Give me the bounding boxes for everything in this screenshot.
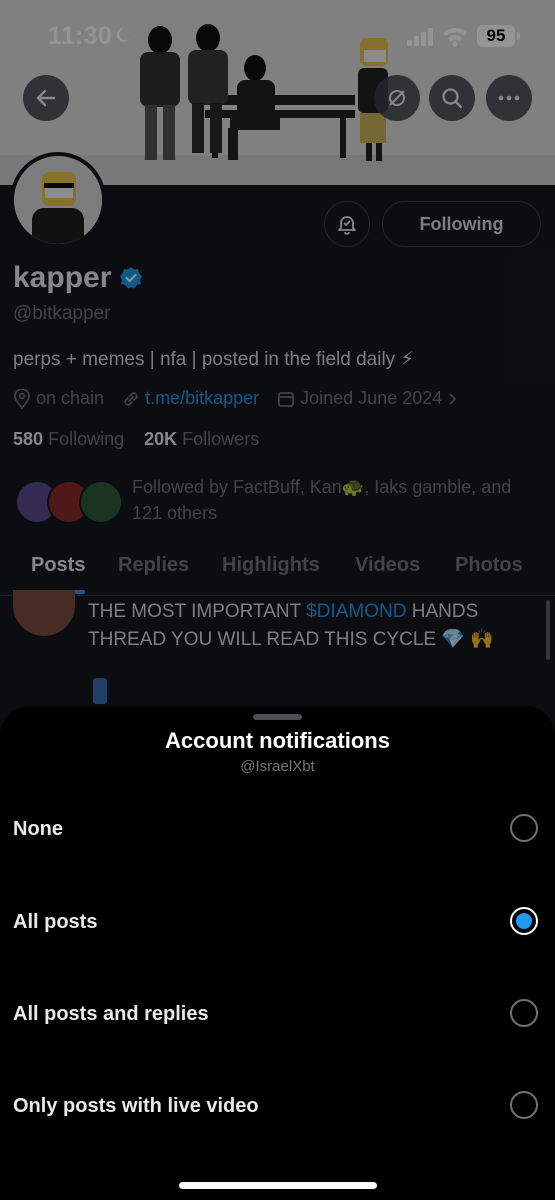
battery-indicator: 95	[477, 25, 520, 47]
followers-count-link[interactable]: 20K Followers	[144, 429, 259, 449]
profile-avatar[interactable]	[10, 152, 106, 248]
post-text[interactable]: THE MOST IMPORTANT $DIAMOND HANDS THREAD…	[88, 598, 538, 654]
profile-name-row: kapper	[13, 261, 143, 295]
profile-joined: Joined June 2024	[300, 388, 443, 408]
status-bar: 11:30 95	[0, 0, 555, 70]
avatar	[14, 156, 102, 244]
search-button[interactable]	[429, 75, 475, 121]
following-count: 580	[13, 429, 44, 449]
chevron-right-icon	[449, 392, 457, 405]
account-notifications-sheet: Account notifications @IsraelXbt None Al…	[0, 706, 555, 1200]
signal-icon	[407, 28, 433, 46]
location-icon	[14, 388, 30, 409]
profile-meta: on chain t.me/bitkapper Joined June 2024	[13, 388, 475, 409]
link-item[interactable]: t.me/bitkapper	[122, 388, 259, 409]
option-label: None	[13, 818, 63, 840]
option-only-live-video[interactable]: Only posts with live video	[0, 1077, 555, 1137]
post-media-thumbnail	[93, 678, 107, 704]
option-all-posts-and-replies[interactable]: All posts and replies	[0, 985, 555, 1045]
radio-only-live-video[interactable]	[510, 1091, 538, 1119]
profile-location: on chain	[36, 388, 105, 408]
tab-photos[interactable]: Photos	[455, 546, 523, 577]
more-button[interactable]	[486, 75, 532, 121]
verified-badge-icon	[120, 267, 143, 289]
post-text-pre: THE MOST IMPORTANT	[88, 601, 307, 622]
radio-none[interactable]	[510, 814, 538, 842]
option-label: All posts and replies	[13, 1003, 209, 1025]
following-label: Following	[48, 429, 125, 449]
sheet-grabber[interactable]	[253, 714, 302, 720]
option-label: All posts	[13, 911, 98, 933]
avatar	[79, 480, 123, 524]
sheet-title: Account notifications	[165, 728, 390, 753]
notifications-off-icon	[389, 90, 405, 106]
post-avatar[interactable]	[13, 590, 75, 636]
following-button[interactable]: Following	[382, 201, 541, 247]
tab-posts[interactable]: Posts	[31, 546, 86, 594]
calendar-icon	[278, 391, 294, 407]
tab-replies[interactable]: Replies	[118, 546, 189, 577]
moon-icon	[116, 27, 131, 43]
sheet-subtitle: @IsraelXbt	[240, 758, 315, 775]
location-item: on chain	[13, 388, 104, 409]
followers-label: Followers	[182, 429, 260, 449]
avatar-image	[14, 156, 102, 244]
profile-name: kapper	[13, 261, 112, 294]
profile-tabs: Posts Replies Highlights Videos Photos	[0, 546, 555, 596]
more-icon	[498, 95, 520, 101]
status-time: 11:30	[48, 22, 113, 50]
profile-link[interactable]: t.me/bitkapper	[145, 388, 259, 409]
joined-item[interactable]: Joined June 2024	[277, 388, 457, 409]
back-arrow-icon	[36, 89, 56, 107]
post-cashtag[interactable]: $DIAMOND	[306, 601, 406, 622]
profile-handle: @bitkapper	[13, 303, 111, 324]
wifi-icon	[443, 28, 467, 47]
following-count-link[interactable]: 580 Following	[13, 429, 124, 449]
option-none[interactable]: None	[0, 800, 555, 860]
option-all-posts[interactable]: All posts	[0, 893, 555, 953]
followed-by-text[interactable]: Followed by FactBuff, Kan🐢, Iaks gamble,…	[132, 474, 542, 526]
radio-all-posts-and-replies[interactable]	[510, 999, 538, 1027]
link-icon	[124, 391, 138, 406]
radio-all-posts[interactable]	[510, 907, 538, 935]
search-icon	[442, 88, 463, 109]
scrollbar[interactable]	[546, 600, 550, 660]
follow-counts: 580 Following 20K Followers	[13, 429, 259, 450]
notification-settings-button[interactable]	[324, 201, 370, 247]
home-indicator[interactable]	[179, 1182, 377, 1189]
option-label: Only posts with live video	[13, 1095, 259, 1117]
profile-bio: perps + memes | nfa | posted in the fiel…	[13, 349, 414, 370]
followed-by-avatars[interactable]	[15, 480, 125, 526]
bell-icon	[338, 216, 356, 235]
back-button[interactable]	[23, 75, 69, 121]
notifications-off-button[interactable]	[374, 75, 420, 121]
followers-count: 20K	[144, 429, 178, 449]
tab-videos[interactable]: Videos	[355, 546, 420, 577]
tab-highlights[interactable]: Highlights	[222, 546, 320, 577]
